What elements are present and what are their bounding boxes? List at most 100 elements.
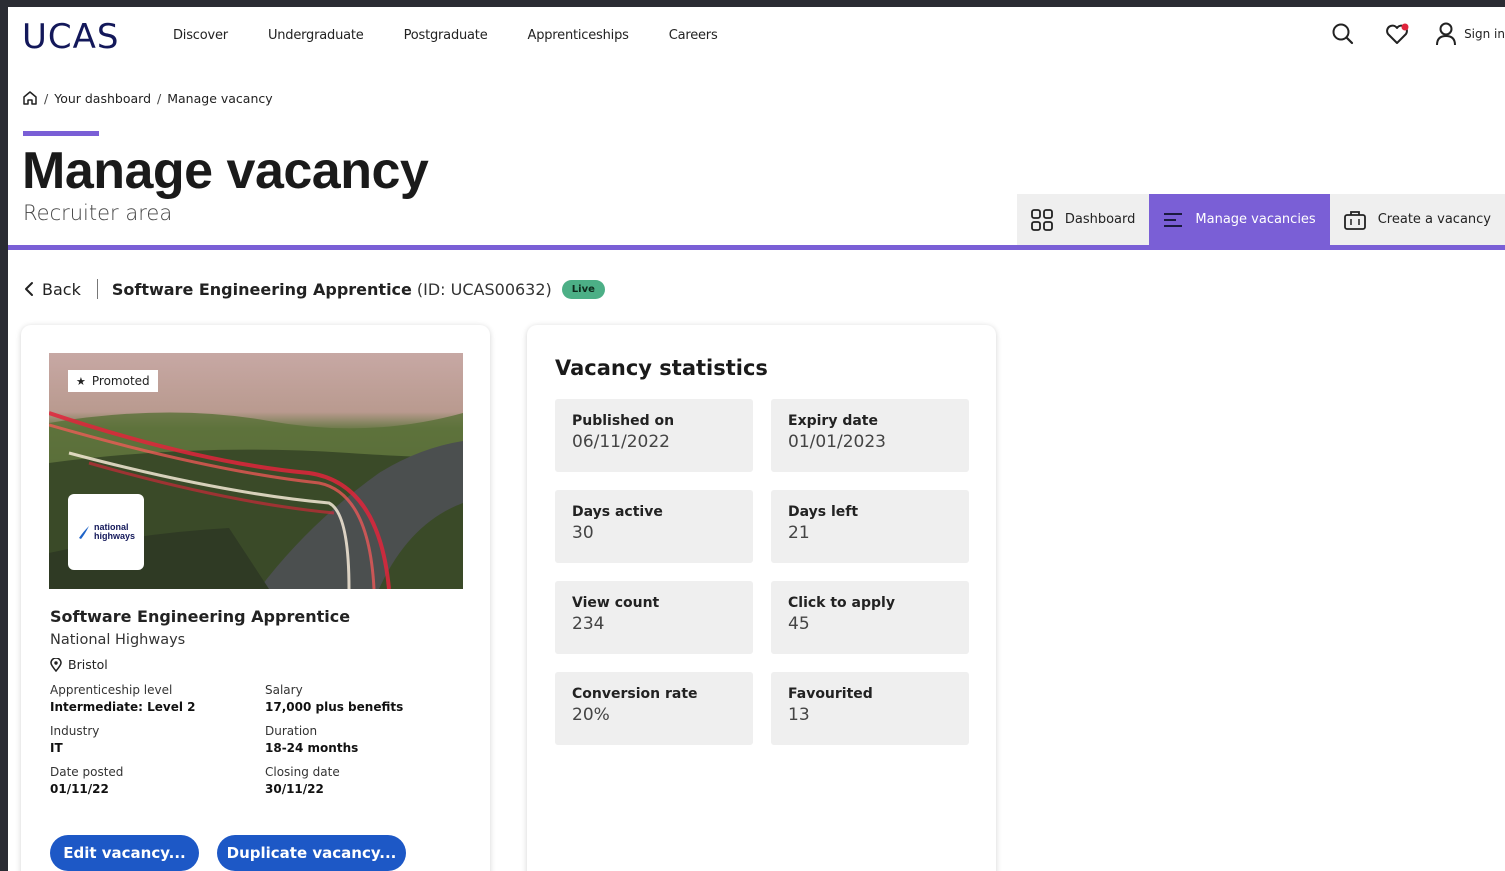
location-label: Bristol: [68, 657, 108, 672]
tab-create-vacancy-label: Create a vacancy: [1377, 212, 1491, 227]
header-divider: [8, 245, 1505, 250]
duplicate-vacancy-button[interactable]: Duplicate vacancy...: [217, 835, 406, 871]
page-subtitle: Recruiter area: [23, 201, 173, 225]
stat-label: Click to apply: [788, 595, 895, 611]
meta-item: Closing date 30/11/22: [265, 765, 470, 796]
stats-grid: Published on 06/11/2022 Expiry date 01/01/…: [555, 399, 969, 745]
stat-published-on: Published on 06/11/2022: [555, 399, 753, 472]
job-organisation: National Highways: [50, 632, 186, 648]
breadcrumb: / Your dashboard / Manage vacancy: [22, 90, 273, 106]
tab-dashboard[interactable]: Dashboard: [1016, 194, 1150, 245]
main-nav: Discover Undergraduate Postgraduate Appr…: [173, 28, 758, 43]
back-label: Back: [42, 279, 81, 299]
tab-dashboard-label: Dashboard: [1064, 212, 1136, 227]
recruiter-tabs: Dashboard Manage vacancies Create a vaca…: [1016, 194, 1505, 245]
stat-value: 13: [788, 705, 810, 725]
stat-value: 20%: [572, 705, 610, 725]
breadcrumb-separator: /: [44, 90, 49, 106]
stat-days-left: Days left 21: [771, 490, 969, 563]
meta-item: Industry IT: [50, 724, 265, 755]
stat-favourited: Favourited 13: [771, 672, 969, 745]
page-title: Manage vacancy: [22, 142, 429, 200]
stat-label: Conversion rate: [572, 686, 698, 702]
meta-item: Duration 18-24 months: [265, 724, 470, 755]
stat-label: Favourited: [788, 686, 873, 702]
app-frame: UCAS Discover Undergraduate Postgraduate…: [8, 7, 1505, 871]
location-pin-icon: [50, 657, 62, 672]
grid-icon: [1030, 208, 1053, 231]
promoted-badge: ★ Promoted: [68, 370, 158, 392]
vacancy-preview-card: ★ Promoted national highways Software En…: [21, 325, 490, 871]
sign-in-label: Sign in: [1464, 27, 1505, 41]
vacancy-meta: Apprenticeship level Intermediate: Level …: [50, 683, 470, 796]
meta-label: Date posted: [50, 765, 124, 779]
stat-label: Days active: [572, 504, 663, 520]
meta-value: 17,000 plus benefits: [265, 700, 404, 714]
briefcase-icon: [1343, 210, 1366, 230]
stat-value: 234: [572, 614, 605, 634]
breadcrumb-current: Manage vacancy: [167, 90, 273, 106]
meta-label: Salary: [265, 683, 303, 697]
meta-label: Industry: [50, 724, 100, 738]
meta-label: Closing date: [265, 765, 340, 779]
meta-value: 18-24 months: [265, 741, 359, 755]
stat-value: 45: [788, 614, 810, 634]
vacancy-statistics-card: Vacancy statistics Published on 06/11/202…: [527, 325, 996, 871]
status-badge: Live: [561, 279, 605, 299]
breadcrumb-separator: /: [157, 90, 162, 106]
stat-conversion-rate: Conversion rate 20%: [555, 672, 753, 745]
nav-discover[interactable]: Discover: [173, 28, 228, 43]
meta-label: Apprenticeship level: [50, 683, 173, 697]
promoted-label: Promoted: [91, 374, 150, 388]
stat-click-to-apply: Click to apply 45: [771, 581, 969, 654]
meta-item: Date posted 01/11/22: [50, 765, 265, 796]
breadcrumb-dashboard[interactable]: Your dashboard: [54, 91, 151, 106]
nav-postgraduate[interactable]: Postgraduate: [404, 28, 488, 43]
vacancy-title: Software Engineering Apprentice: [111, 279, 412, 299]
meta-value: 01/11/22: [50, 782, 109, 796]
stat-label: Days left: [788, 504, 859, 520]
meta-item: Salary 17,000 plus benefits: [265, 683, 470, 714]
stats-title: Vacancy statistics: [555, 356, 768, 380]
stat-value: 21: [788, 523, 810, 543]
title-accent-bar: [23, 131, 99, 136]
stat-value: 01/01/2023: [788, 432, 886, 452]
tab-manage-vacancies[interactable]: Manage vacancies: [1149, 194, 1330, 245]
user-icon: [1434, 21, 1458, 47]
search-icon[interactable]: [1330, 21, 1356, 47]
header-actions: Sign in: [1302, 21, 1505, 47]
stat-days-active: Days active 30: [555, 490, 753, 563]
meta-item: Apprenticeship level Intermediate: Level …: [50, 683, 265, 714]
meta-value: Intermediate: Level 2: [50, 700, 196, 714]
vacancy-hero-image: ★ Promoted national highways: [49, 353, 463, 589]
stat-value: 06/11/2022: [572, 432, 670, 452]
stat-expiry-date: Expiry date 01/01/2023: [771, 399, 969, 472]
stat-label: View count: [572, 595, 660, 611]
ucas-logo[interactable]: UCAS: [22, 17, 119, 57]
national-highways-logo: national highways: [68, 494, 144, 570]
nav-undergraduate[interactable]: Undergraduate: [268, 28, 364, 43]
vacancy-id: (ID: UCAS00632): [416, 279, 552, 299]
meta-value: 30/11/22: [265, 782, 324, 796]
edit-vacancy-button[interactable]: Edit vacancy...: [50, 835, 199, 871]
star-icon: ★: [76, 374, 86, 388]
tab-manage-vacancies-label: Manage vacancies: [1195, 212, 1316, 227]
home-icon[interactable]: [22, 90, 38, 106]
stat-label: Published on: [572, 413, 675, 429]
nav-apprenticeships[interactable]: Apprenticeships: [528, 28, 629, 43]
favourites-heart-icon[interactable]: [1384, 21, 1410, 47]
stat-view-count: View count 234: [555, 581, 753, 654]
nav-careers[interactable]: Careers: [669, 28, 718, 43]
job-title: Software Engineering Apprentice: [50, 607, 351, 626]
meta-value: IT: [50, 741, 63, 755]
tab-create-vacancy[interactable]: Create a vacancy: [1329, 194, 1505, 245]
job-location: Bristol: [50, 657, 108, 672]
back-link[interactable]: Back: [24, 280, 81, 299]
stat-label: Expiry date: [788, 413, 878, 429]
sign-in-link[interactable]: Sign in: [1434, 21, 1505, 47]
vacancy-header: Back Software Engineering Apprentice (ID…: [24, 279, 605, 299]
meta-label: Duration: [265, 724, 318, 738]
site-header: UCAS Discover Undergraduate Postgraduate…: [8, 7, 1505, 67]
list-icon: [1163, 212, 1183, 228]
chevron-left-icon: [24, 281, 34, 297]
